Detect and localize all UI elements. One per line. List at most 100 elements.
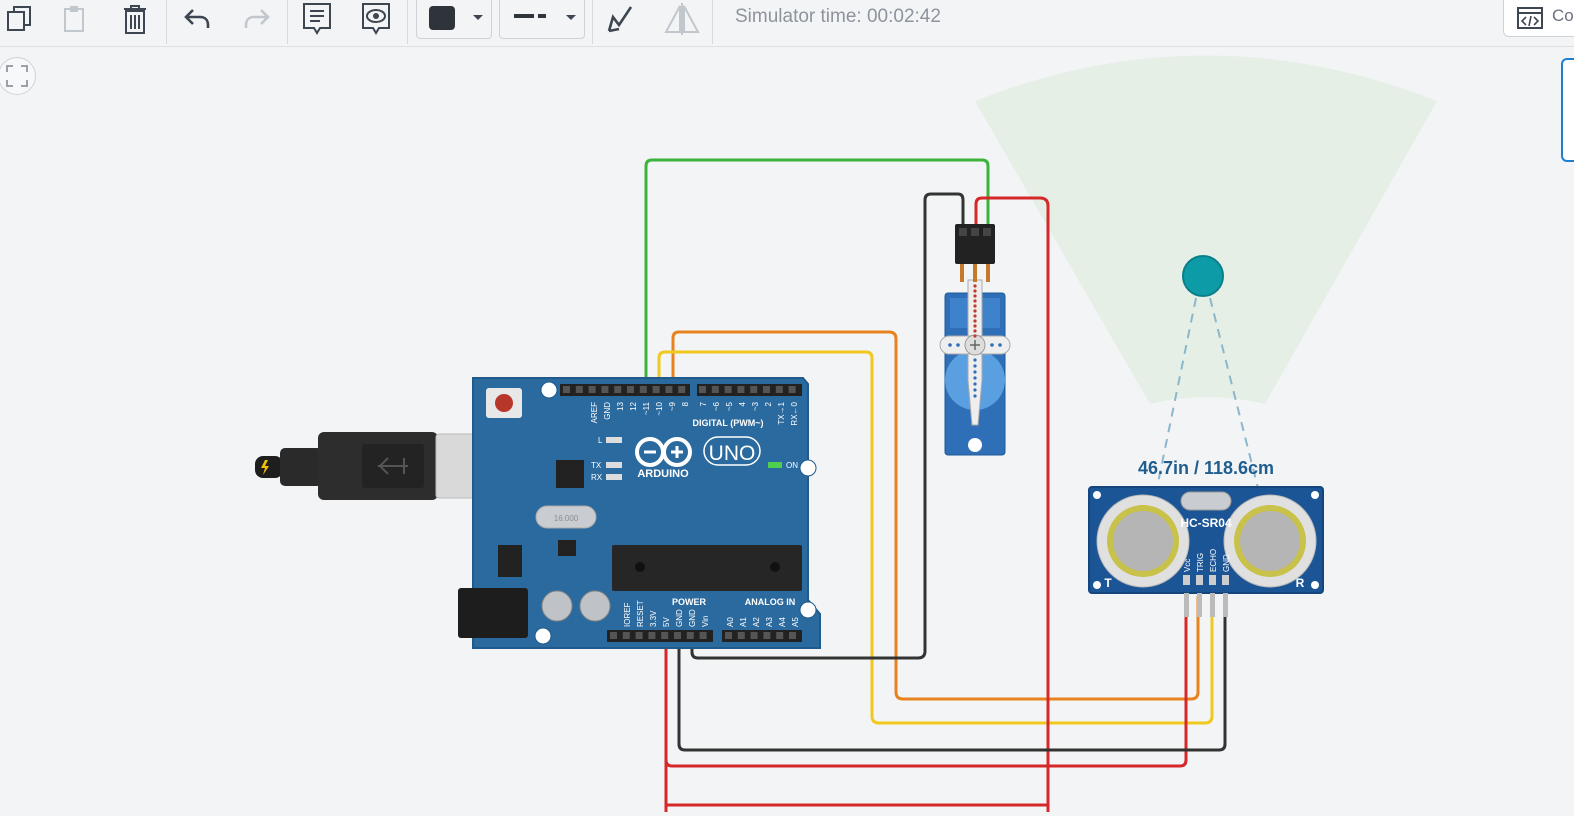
pin-label: 2 bbox=[764, 401, 773, 406]
header-pin[interactable] bbox=[588, 386, 596, 393]
pin-label: 5V bbox=[662, 617, 671, 627]
header-pin[interactable] bbox=[686, 632, 694, 639]
header-pin[interactable] bbox=[776, 632, 784, 639]
pin-label: A0 bbox=[726, 617, 735, 627]
toolbar-separator bbox=[287, 0, 288, 44]
hc-sr04-sensor[interactable]: 46.7in / 118.6cm HC-SR04 T R Vcc TRIG ECHO… bbox=[1088, 458, 1324, 617]
pin-label: A3 bbox=[765, 617, 774, 627]
fill-color-dropdown[interactable] bbox=[416, 0, 492, 39]
header-pin[interactable] bbox=[648, 632, 656, 639]
header-pin[interactable] bbox=[601, 386, 609, 393]
header-pin[interactable] bbox=[639, 386, 647, 393]
led-l-label: L bbox=[598, 436, 603, 445]
digital-pwm-label: DIGITAL (PWM~) bbox=[693, 418, 764, 428]
power-jack bbox=[458, 588, 528, 638]
pin-label: ~9 bbox=[668, 401, 677, 411]
pin-label: AREF bbox=[590, 402, 599, 423]
led-tx-label: TX bbox=[591, 461, 602, 470]
header-pin[interactable] bbox=[652, 386, 660, 393]
pin-label: 4 bbox=[738, 401, 747, 406]
header-pin[interactable] bbox=[789, 632, 796, 639]
pin-label: ~3 bbox=[751, 401, 760, 411]
toolbar-separator bbox=[592, 0, 593, 44]
toolbar-separator bbox=[407, 0, 408, 44]
toolbar: Simulator time: 00:02:42 Co bbox=[0, 0, 1574, 47]
pin-label: ~5 bbox=[725, 401, 734, 411]
pin-label: 7 bbox=[699, 401, 708, 406]
mirror-icon[interactable] bbox=[662, 0, 702, 38]
pin-label: A4 bbox=[778, 617, 787, 627]
pin-label: GND bbox=[675, 609, 684, 627]
redo-icon[interactable] bbox=[238, 0, 274, 38]
simulator-time: Simulator time: 00:02:42 bbox=[735, 6, 941, 27]
header-pin[interactable] bbox=[678, 386, 686, 393]
header-pin[interactable] bbox=[575, 386, 583, 393]
header-pin[interactable] bbox=[775, 386, 783, 393]
toolbar-separator bbox=[166, 0, 167, 44]
header-pin[interactable] bbox=[665, 386, 673, 393]
header-pin[interactable] bbox=[627, 386, 634, 393]
wire-tool-icon[interactable] bbox=[602, 0, 638, 38]
analog-in-label: ANALOG IN bbox=[745, 597, 796, 607]
micro-servo[interactable] bbox=[939, 224, 1011, 456]
header-pin[interactable] bbox=[750, 632, 758, 639]
distance-readout: 46.7in / 118.6cm bbox=[1138, 458, 1274, 478]
on-label: ON bbox=[786, 461, 798, 470]
reset-button[interactable] bbox=[495, 394, 513, 412]
receive-label: R bbox=[1296, 576, 1305, 590]
pin-label: RX←0 bbox=[790, 401, 799, 425]
header-pin[interactable] bbox=[614, 386, 622, 393]
arduino-brand: ARDUINO bbox=[637, 468, 689, 480]
pin-label: 13 bbox=[616, 401, 625, 410]
sensor-detection-area bbox=[975, 55, 1437, 404]
delete-icon[interactable] bbox=[117, 0, 153, 38]
pin-label: 8 bbox=[681, 401, 690, 406]
sensor-model: HC-SR04 bbox=[1180, 516, 1232, 530]
pin-label: Vin bbox=[701, 616, 710, 627]
pin-label: GND bbox=[688, 609, 697, 627]
target-object[interactable] bbox=[1182, 255, 1224, 297]
header-pin[interactable] bbox=[699, 632, 707, 639]
header-pin[interactable] bbox=[674, 632, 681, 639]
pin-label: Vcc bbox=[1183, 559, 1192, 572]
header-pin[interactable] bbox=[763, 386, 770, 393]
header-pin[interactable] bbox=[610, 632, 617, 639]
header-pin[interactable] bbox=[725, 632, 732, 639]
header-pin[interactable] bbox=[563, 386, 570, 393]
header-pin[interactable] bbox=[661, 632, 669, 639]
pin-label: GND bbox=[603, 402, 612, 420]
header-pin[interactable] bbox=[724, 386, 732, 393]
undo-icon[interactable] bbox=[180, 0, 216, 38]
note-icon[interactable] bbox=[299, 0, 335, 38]
line-style-dropdown[interactable] bbox=[499, 0, 585, 39]
pin-label: ~11 bbox=[642, 401, 651, 415]
pin-label: ~6 bbox=[712, 401, 721, 411]
crystal-label: 16.000 bbox=[554, 514, 579, 523]
notes-visibility-icon[interactable] bbox=[358, 0, 394, 38]
header-pin[interactable] bbox=[622, 632, 630, 639]
header-pin[interactable] bbox=[788, 386, 796, 393]
header-pin[interactable] bbox=[763, 632, 771, 639]
header-pin[interactable] bbox=[750, 386, 758, 393]
pin-label: ~10 bbox=[655, 401, 664, 415]
circuit-canvas[interactable]: 16.000 L TX RX ON ARDUINO UNO DIGITAL (P… bbox=[0, 47, 1574, 816]
header-pin[interactable] bbox=[699, 386, 706, 393]
paste-icon[interactable] bbox=[56, 0, 92, 38]
pin-label: 3.3V bbox=[649, 610, 658, 627]
pin-label: A2 bbox=[752, 617, 761, 627]
pin-label: GND bbox=[1222, 554, 1231, 572]
arduino-uno-board[interactable]: 16.000 L TX RX ON ARDUINO UNO DIGITAL (P… bbox=[458, 377, 821, 649]
pin-label: RESET bbox=[636, 600, 645, 627]
pin-label: TX→1 bbox=[777, 401, 786, 424]
led-rx-label: RX bbox=[591, 473, 603, 482]
pin-label: IOREF bbox=[623, 602, 632, 627]
pin-label: A1 bbox=[739, 617, 748, 627]
header-pin[interactable] bbox=[737, 632, 745, 639]
duplicate-icon[interactable] bbox=[0, 0, 40, 38]
header-pin[interactable] bbox=[711, 386, 719, 393]
pin-label: A5 bbox=[791, 617, 800, 627]
header-pin[interactable] bbox=[737, 386, 745, 393]
header-pin[interactable] bbox=[635, 632, 643, 639]
pin-label: 12 bbox=[629, 401, 638, 410]
wire-red-servo[interactable] bbox=[974, 196, 1050, 812]
